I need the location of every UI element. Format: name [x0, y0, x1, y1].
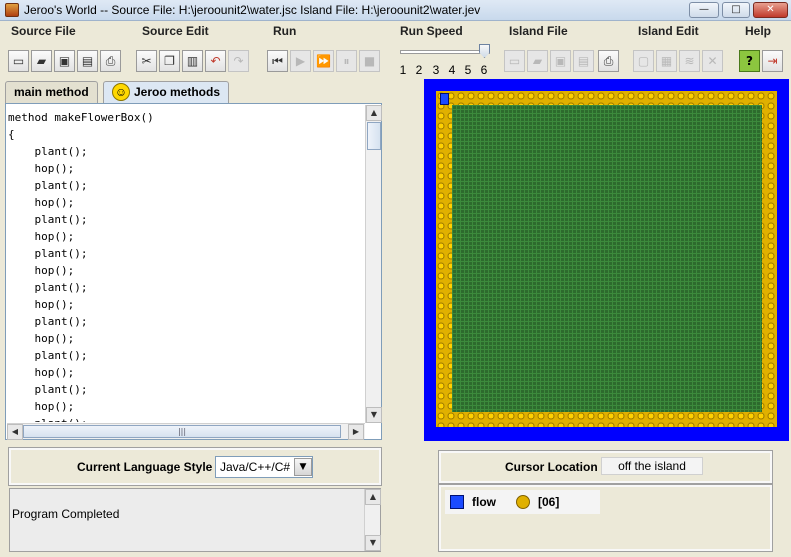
code-line[interactable]: hop();	[7, 160, 365, 177]
pause-icon[interactable]: ⏸	[336, 50, 357, 72]
edit-island-icon[interactable]: ≋	[679, 50, 700, 72]
speed-tick: 6	[480, 63, 488, 77]
paste-icon[interactable]: ▥	[182, 50, 203, 72]
menu-run-speed[interactable]: Run Speed	[400, 24, 463, 38]
scroll-down-icon[interactable]: ▼	[366, 407, 382, 423]
menu-help[interactable]: Help	[745, 24, 771, 38]
menu-run[interactable]: Run	[273, 24, 296, 38]
code-text-area[interactable]: method makeFlowerBox(){ plant(); hop(); …	[7, 109, 365, 422]
code-line[interactable]: method makeFlowerBox()	[7, 109, 365, 126]
message-area[interactable]: Program Completed ▲ ▼	[9, 488, 381, 552]
menu-bar: Source File Source Edit Run Run Speed Is…	[0, 21, 791, 43]
chevron-down-icon[interactable]: ▼	[294, 458, 312, 476]
tab-jeroo-methods-label: Jeroo methods	[134, 85, 221, 99]
save-as-icon[interactable]: ▤	[77, 50, 98, 72]
jeroo-status: flow [06]	[445, 490, 600, 514]
code-line[interactable]: plant();	[7, 381, 365, 398]
horizontal-scrollbar[interactable]: ◀ ||| ▶	[7, 423, 365, 440]
tab-jeroo-methods[interactable]: ☺ Jeroo methods	[103, 81, 230, 103]
reset-icon[interactable]: ⏮	[267, 50, 288, 72]
smiley-icon: ☺	[112, 82, 130, 101]
message-scrollbar[interactable]: ▲ ▼	[364, 489, 381, 551]
flower-icon	[516, 495, 530, 509]
exit-icon[interactable]: ⇥	[762, 50, 783, 72]
redo-icon[interactable]: ↷	[228, 50, 249, 72]
scroll-right-icon[interactable]: ▶	[348, 424, 364, 440]
new-file-icon[interactable]: ▭	[8, 50, 29, 72]
jeroo-icon	[450, 495, 464, 509]
code-line[interactable]: {	[7, 126, 365, 143]
jeroo-icon	[440, 93, 449, 105]
print-icon[interactable]: ⎙	[100, 50, 121, 72]
code-line[interactable]: plant();	[7, 143, 365, 160]
save-island-icon[interactable]: ▣	[550, 50, 571, 72]
close-button[interactable]: ✕	[753, 2, 788, 18]
window-title: Jeroo's World -- Source File: H:\jerooun…	[24, 3, 481, 17]
open-file-icon[interactable]: ▰	[31, 50, 52, 72]
menu-island-file[interactable]: Island File	[509, 24, 568, 38]
code-line[interactable]: hop();	[7, 262, 365, 279]
code-line[interactable]: hop();	[7, 330, 365, 347]
code-line[interactable]: hop();	[7, 398, 365, 415]
scroll-up-icon[interactable]: ▲	[365, 489, 381, 505]
vertical-scroll-thumb[interactable]	[367, 122, 381, 150]
speed-tick: 2	[415, 63, 423, 77]
cursor-location-label: Cursor Location	[505, 460, 598, 474]
scroll-down-icon[interactable]: ▼	[365, 535, 381, 551]
speed-tick: 4	[448, 63, 456, 77]
speed-tick: 1	[399, 63, 407, 77]
undo-icon[interactable]: ↶	[205, 50, 226, 72]
maximize-button[interactable]: □	[722, 2, 750, 18]
menu-source-edit[interactable]: Source Edit	[142, 24, 209, 38]
message-text: Program Completed	[12, 507, 120, 521]
code-line[interactable]: plant();	[7, 245, 365, 262]
code-line[interactable]: plant();	[7, 177, 365, 194]
code-line[interactable]: plant();	[7, 211, 365, 228]
step-icon[interactable]: ▶	[290, 50, 311, 72]
jeroo-name: flow	[472, 495, 496, 509]
language-value: Java/C++/C#	[220, 460, 291, 474]
minimize-button[interactable]: —	[689, 2, 719, 18]
scroll-up-icon[interactable]: ▲	[366, 105, 382, 121]
close-island-icon[interactable]: ✕	[702, 50, 723, 72]
language-select[interactable]: Java/C++/C# ▼	[215, 456, 313, 478]
save-file-icon[interactable]: ▣	[54, 50, 75, 72]
cut-icon[interactable]: ✂	[136, 50, 157, 72]
horizontal-scroll-thumb[interactable]: |||	[23, 425, 341, 438]
open-island-icon[interactable]: ▰	[527, 50, 548, 72]
language-label: Current Language Style	[77, 460, 213, 474]
code-editor[interactable]: method makeFlowerBox(){ plant(); hop(); …	[5, 103, 382, 440]
stop-icon[interactable]: ■	[359, 50, 380, 72]
vertical-scrollbar[interactable]: ▲ ▼	[365, 105, 382, 423]
title-bar: Jeroo's World -- Source File: H:\jerooun…	[0, 0, 791, 21]
help-icon[interactable]: ?	[739, 50, 760, 72]
cursor-location-value: off the island	[601, 457, 703, 475]
run-speed-slider[interactable]	[400, 50, 490, 54]
code-line[interactable]: plant();	[7, 415, 365, 422]
run-icon[interactable]: ⏩	[313, 50, 334, 72]
code-line[interactable]: hop();	[7, 228, 365, 245]
tab-main-method[interactable]: main method	[5, 81, 98, 103]
code-line[interactable]: hop();	[7, 364, 365, 381]
code-line[interactable]: plant();	[7, 313, 365, 330]
new-island-icon[interactable]: ▭	[504, 50, 525, 72]
menu-island-edit[interactable]: Island Edit	[638, 24, 699, 38]
code-line[interactable]: plant();	[7, 347, 365, 364]
island-grass[interactable]	[452, 105, 762, 412]
print-island-icon[interactable]: ⎙	[598, 50, 619, 72]
app-icon	[5, 3, 19, 17]
menu-source-file[interactable]: Source File	[11, 24, 76, 38]
copy-icon[interactable]: ❐	[159, 50, 180, 72]
flower-count: [06]	[538, 495, 560, 509]
code-line[interactable]: hop();	[7, 296, 365, 313]
code-line[interactable]: plant();	[7, 279, 365, 296]
speed-tick: 5	[464, 63, 472, 77]
code-line[interactable]: hop();	[7, 194, 365, 211]
speed-tick: 3	[432, 63, 440, 77]
clear-island-icon[interactable]: ▢	[633, 50, 654, 72]
scroll-left-icon[interactable]: ◀	[7, 424, 23, 440]
grid-icon[interactable]: ▦	[656, 50, 677, 72]
save-island-as-icon[interactable]: ▤	[573, 50, 594, 72]
